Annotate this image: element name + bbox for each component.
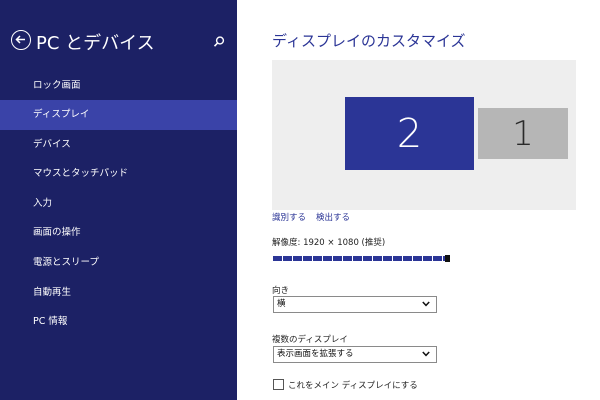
sidebar-item-lock-screen[interactable]: ロック画面 — [0, 71, 237, 101]
monitor-2-number: 2 — [396, 110, 423, 157]
monitor-1[interactable]: 1 — [478, 108, 568, 159]
multiple-displays-value: 表示画面を拡張する — [277, 349, 354, 359]
multiple-displays-label: 複数のディスプレイ — [272, 335, 348, 345]
monitor-2[interactable]: 2 — [345, 97, 474, 170]
sidebar-item-power-sleep[interactable]: 電源とスリープ — [0, 248, 237, 278]
identify-link[interactable]: 識別する — [272, 211, 306, 223]
main-panel: ディスプレイのカスタマイズ 2 1 識別する 検出する 解像度: 1920 × … — [237, 0, 600, 400]
orientation-select[interactable]: 横 — [273, 296, 437, 313]
resolution-slider-thumb[interactable] — [445, 255, 450, 262]
monitor-1-number: 1 — [512, 113, 534, 154]
chevron-down-icon — [422, 301, 430, 307]
page-title: ディスプレイのカスタマイズ — [272, 32, 466, 50]
sidebar-item-corners-edges[interactable]: 画面の操作 — [0, 218, 237, 248]
detect-link[interactable]: 検出する — [316, 211, 350, 223]
sidebar-item-typing[interactable]: 入力 — [0, 189, 237, 219]
sidebar: PC とデバイス ロック画面 ディスプレイ デバイス マウスとタッチパッド 入力… — [0, 0, 237, 400]
resolution-label: 解像度: 1920 × 1080 (推奨) — [272, 238, 386, 248]
sidebar-item-devices[interactable]: デバイス — [0, 130, 237, 160]
sidebar-item-autoplay[interactable]: 自動再生 — [0, 278, 237, 308]
sidebar-item-mouse-touchpad[interactable]: マウスとタッチパッド — [0, 159, 237, 189]
resolution-slider-track[interactable] — [273, 256, 445, 261]
sidebar-item-display[interactable]: ディスプレイ — [0, 100, 237, 130]
multiple-displays-select[interactable]: 表示画面を拡張する — [273, 346, 437, 363]
sidebar-item-pc-info[interactable]: PC 情報 — [0, 307, 237, 337]
back-arrow-icon[interactable] — [11, 30, 31, 50]
orientation-label: 向き — [272, 286, 290, 296]
orientation-value: 横 — [277, 299, 286, 309]
display-arrangement-preview: 2 1 — [272, 60, 576, 210]
main-display-checkbox-label[interactable]: これをメイン ディスプレイにする — [288, 379, 418, 391]
main-display-checkbox[interactable] — [273, 379, 284, 390]
chevron-down-icon — [422, 351, 430, 357]
search-icon[interactable] — [212, 34, 226, 48]
sidebar-title: PC とデバイス — [36, 33, 155, 54]
